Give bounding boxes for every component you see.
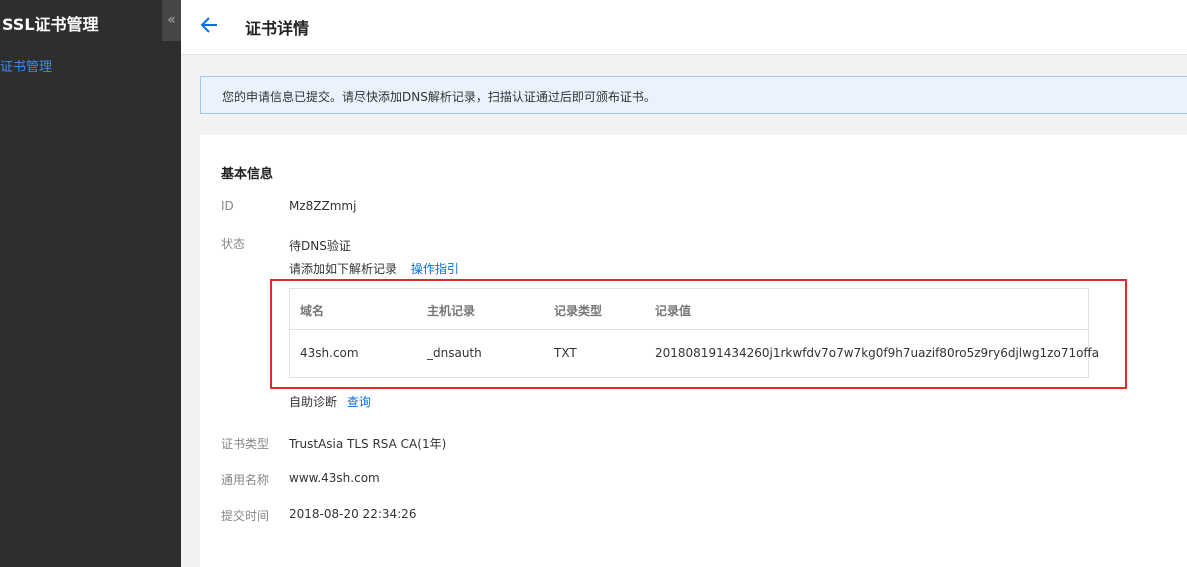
cert-type-value: TrustAsia TLS RSA CA(1年) <box>289 437 447 451</box>
common-name-label: 通用名称 <box>221 473 270 487</box>
self-diagnosis-text: 自助诊断 <box>289 395 338 409</box>
submit-time-label: 提交时间 <box>221 509 270 523</box>
status-value: 待DNS验证 <box>289 239 351 253</box>
status-label: 状态 <box>221 237 246 251</box>
query-link[interactable]: 查询 <box>347 395 371 409</box>
id-label: ID <box>221 199 234 213</box>
column-header-domain: 域名 <box>300 304 325 318</box>
cert-type-label: 证书类型 <box>221 437 270 451</box>
table-header: 域名 主机记录 记录类型 记录值 <box>290 289 1088 330</box>
header: 证书详情 <box>181 0 1187 55</box>
arrow-left-icon[interactable] <box>197 12 221 38</box>
id-value: Mz8ZZmmj <box>289 199 357 213</box>
cell-host: _dnsauth <box>427 346 482 360</box>
cell-domain: 43sh.com <box>300 346 359 360</box>
cell-type: TXT <box>554 346 577 360</box>
sidebar-item-cert-management[interactable]: 证书管理 <box>0 56 52 75</box>
common-name-value: www.43sh.com <box>289 471 380 485</box>
page-title: 证书详情 <box>245 19 310 38</box>
column-header-value: 记录值 <box>655 304 692 318</box>
column-header-host: 主机记录 <box>427 304 476 318</box>
column-header-type: 记录类型 <box>554 304 603 318</box>
cell-value: 201808191434260j1rkwfdv7o7w7kg0f9h7uazif… <box>655 346 1100 360</box>
add-record-text: 请添加如下解析记录 <box>289 262 398 276</box>
guide-link[interactable]: 操作指引 <box>411 262 459 276</box>
section-title: 基本信息 <box>221 167 274 182</box>
dns-record-table: 域名 主机记录 记录类型 记录值 43sh.com _dnsauth TXT 2… <box>289 288 1099 378</box>
notice-text: 您的申请信息已提交。请尽快添加DNS解析记录，扫描认证通过后即可颁布证书。 <box>222 90 656 104</box>
sidebar-title: SSL证书管理 <box>2 15 99 34</box>
basic-info-card: 基本信息 ID Mz8ZZmmj 状态 待DNS验证 请添加如下解析记录 操作指… <box>200 135 1187 567</box>
sidebar: SSL证书管理 « 证书管理 <box>0 0 181 567</box>
notice-banner: 您的申请信息已提交。请尽快添加DNS解析记录，扫描认证通过后即可颁布证书。 <box>200 76 1187 114</box>
collapse-sidebar-icon[interactable]: « <box>162 0 181 41</box>
submit-time-value: 2018-08-20 22:34:26 <box>289 507 417 521</box>
